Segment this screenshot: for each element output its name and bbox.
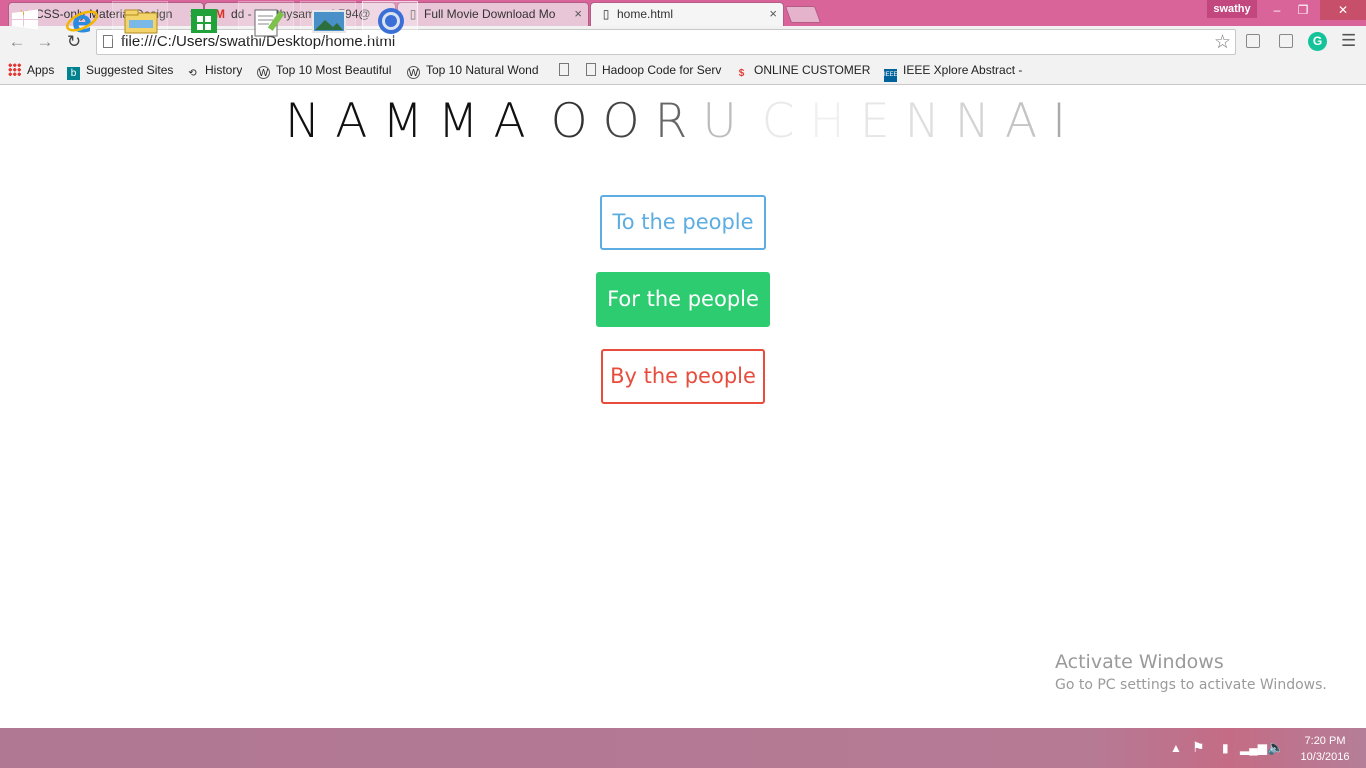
tab-title: Full Movie Download Mo xyxy=(424,7,556,21)
by-the-people-button[interactable]: By the people xyxy=(601,349,765,404)
tab-title: home.html xyxy=(617,7,674,21)
activate-windows-watermark: Activate Windows Go to PC settings to ac… xyxy=(1055,651,1327,693)
watermark-subtitle: Go to PC settings to activate Windows. xyxy=(1055,677,1327,693)
title-letter: U xyxy=(702,94,752,149)
restore-icon[interactable]: ❐ xyxy=(1290,0,1316,20)
dollar-icon: $ xyxy=(738,68,745,79)
title-letter: I xyxy=(1052,94,1081,149)
bookmark-label: Top 10 Natural Wond xyxy=(426,63,539,77)
bookmark-label: ONLINE CUSTOMER E xyxy=(754,63,873,77)
battery-icon[interactable]: ▮ xyxy=(1222,741,1229,755)
title-letter: M xyxy=(437,94,494,149)
network-signal-icon[interactable]: ▂▄▆ xyxy=(1240,741,1267,755)
tab-movie-download[interactable]: ▯ Full Movie Download Mo × xyxy=(397,2,589,26)
internet-explorer-icon[interactable]: e xyxy=(54,1,110,40)
svg-text:e: e xyxy=(72,5,92,39)
photos-icon[interactable] xyxy=(300,1,356,39)
grammarly-icon[interactable]: G xyxy=(1308,32,1327,51)
volume-icon[interactable]: 🔈 xyxy=(1267,739,1284,756)
wordpress-icon: W xyxy=(257,66,270,79)
windows-start-icon[interactable] xyxy=(0,1,50,39)
clock-date: 10/3/2016 xyxy=(1300,751,1350,763)
bookmark-label: Hadoop Code for Serv xyxy=(602,63,722,77)
bookmarks-bar: Apps b Suggested Sites ⟲ History W Top 10 M… xyxy=(0,59,1366,85)
bookmark-history[interactable]: ⟲ History xyxy=(186,63,242,80)
bookmark-suggested-sites[interactable]: b Suggested Sites xyxy=(67,63,173,80)
title-letter: E xyxy=(859,94,905,149)
bookmark-untitled[interactable] xyxy=(559,63,575,77)
title-letter: H xyxy=(809,94,860,149)
watermark-title: Activate Windows xyxy=(1055,651,1224,673)
history-icon: ⟲ xyxy=(188,68,197,79)
store-icon[interactable] xyxy=(176,1,232,39)
title-space xyxy=(752,96,762,148)
new-tab-button[interactable] xyxy=(784,6,822,23)
bookmark-online-customer[interactable]: $ ONLINE CUSTOMER E xyxy=(735,63,873,80)
window-close-icon[interactable]: ✕ xyxy=(1320,0,1366,20)
title-letter: O xyxy=(602,94,655,149)
page-icon: ▯ xyxy=(602,7,610,21)
title-letter: R xyxy=(654,94,703,149)
bookmark-label: IEEE Xplore Abstract - xyxy=(903,63,1023,77)
title-letter: N xyxy=(954,94,1005,149)
minimize-icon[interactable]: – xyxy=(1264,0,1290,20)
title-letter: O xyxy=(550,94,603,149)
notepad-plus-icon[interactable] xyxy=(238,1,294,39)
title-letter: N xyxy=(904,94,955,149)
to-the-people-button[interactable]: To the people xyxy=(600,195,766,250)
chrome-icon[interactable] xyxy=(362,1,418,39)
title-letter: A xyxy=(335,94,383,149)
title-letter: N xyxy=(285,94,336,149)
clock-time: 7:20 PM xyxy=(1304,735,1346,747)
bookmark-label: Suggested Sites xyxy=(86,63,174,77)
title-space xyxy=(541,96,551,148)
action-center-flag-icon[interactable]: ⚑ xyxy=(1192,739,1205,756)
windows-taskbar xyxy=(0,728,1366,768)
wordpress-icon: W xyxy=(407,66,420,79)
bookmark-label: Top 10 Most Beautiful xyxy=(276,63,392,77)
page-icon xyxy=(586,63,596,76)
ieee-icon: IEEE xyxy=(884,69,898,82)
title-letter: C xyxy=(761,94,810,149)
file-explorer-icon[interactable] xyxy=(112,1,168,39)
page-icon xyxy=(559,63,569,76)
close-icon[interactable]: × xyxy=(574,3,582,25)
extension-icon[interactable] xyxy=(1246,34,1260,48)
user-profile-button[interactable]: swathy xyxy=(1207,0,1257,18)
title-letter: M xyxy=(382,94,438,149)
show-hidden-icons-icon[interactable]: ▲ xyxy=(1170,741,1182,755)
bookmark-top10-natural[interactable]: W Top 10 Natural Wond xyxy=(407,63,545,79)
system-clock[interactable]: 7:20 PM 10/3/2016 xyxy=(1290,733,1360,765)
menu-icon[interactable]: ☰ xyxy=(1341,31,1356,51)
tab-home-html[interactable]: ▯ home.html × xyxy=(590,2,784,26)
page-title: NAMMA OORU CHENNAI xyxy=(0,96,1366,148)
bookmark-hadoop[interactable]: Hadoop Code for Serv xyxy=(586,63,722,77)
bookmark-top10-beautiful[interactable]: W Top 10 Most Beautiful xyxy=(257,63,397,79)
extension-icon[interactable] xyxy=(1279,34,1293,48)
bookmark-star-icon[interactable]: ☆ xyxy=(1214,31,1231,54)
title-letter: A xyxy=(493,94,541,149)
for-the-people-button[interactable]: For the people xyxy=(596,272,770,327)
bookmark-ieee[interactable]: IEEE IEEE Xplore Abstract - xyxy=(884,63,1024,82)
apps-grid-icon xyxy=(8,63,21,76)
bookmark-apps[interactable]: Apps xyxy=(8,63,54,77)
close-icon[interactable]: × xyxy=(769,3,777,25)
title-letter: A xyxy=(1004,94,1053,149)
bookmark-label: Apps xyxy=(27,63,55,77)
bookmark-label: History xyxy=(205,63,243,77)
bing-icon: b xyxy=(67,67,80,80)
